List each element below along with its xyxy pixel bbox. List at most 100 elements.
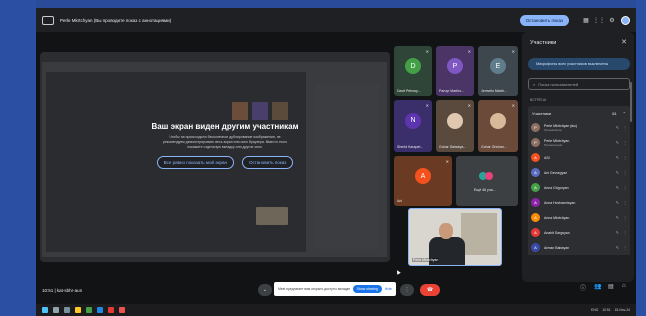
more-vert-icon[interactable]: ⋮ (623, 245, 627, 250)
activities-icon[interactable]: ⌂ (622, 283, 626, 289)
participant-tile[interactable]: ✕ Gohar Sahakya... (436, 100, 474, 152)
mic-off-icon[interactable]: ✎ (616, 125, 619, 130)
mic-off-icon: ✕ (511, 49, 515, 54)
more-controls-button[interactable]: ⌄ (258, 284, 272, 296)
participant-photo (447, 112, 463, 129)
mic-off-icon[interactable]: ✎ (616, 185, 619, 190)
participant-avatar: A (531, 213, 540, 222)
more-participants-tile[interactable]: Ещё 46 уча... (456, 156, 518, 206)
present-screen-icon (42, 15, 54, 25)
participant-name: Gohar Grichan... (481, 145, 507, 149)
participant-avatar: N (405, 112, 421, 129)
more-vert-icon[interactable]: ⋮ (623, 125, 627, 130)
info-icon[interactable]: ⓘ (580, 283, 586, 292)
participant-row[interactable]: A Anahit Sargsyan ✎ ⋮ (528, 225, 630, 240)
participant-tile[interactable]: ✕ D Davit Petrosy... (394, 46, 432, 96)
participant-row[interactable]: A Anna Mkrtchyan ✎ ⋮ (528, 210, 630, 225)
mic-off-icon[interactable]: ✎ (616, 140, 619, 145)
more-vert-icon[interactable]: ⋮ (623, 215, 627, 220)
task-view-icon[interactable] (64, 307, 70, 313)
participant-name: Ani Gevorgyan (544, 170, 568, 175)
settings-icon[interactable]: ⚙ (608, 16, 616, 24)
apps-icon[interactable]: ⋮⋮ (593, 16, 605, 24)
participant-role: Презентация (544, 142, 563, 147)
search-taskbar-icon[interactable] (53, 307, 59, 313)
mic-off-icon[interactable]: ✎ (616, 155, 619, 160)
participant-info: Anna Hovhannisyan (544, 201, 612, 205)
participant-tile[interactable]: ✕ P Paruyr Martiro... (436, 46, 474, 96)
mic-off-icon[interactable]: ✎ (616, 170, 619, 175)
participant-avatar: A (531, 198, 540, 207)
participant-avatar: E (490, 58, 506, 74)
mic-off-icon[interactable]: ✎ (616, 230, 619, 235)
people-icon[interactable]: 👥 (594, 283, 601, 290)
search-placeholder: Поиск пользователей (538, 81, 579, 87)
grid-icon[interactable]: ▦ (582, 16, 590, 24)
chat-icon[interactable]: ▤ (608, 283, 614, 290)
search-input[interactable]: ⌕ Поиск пользователей (528, 78, 630, 90)
leave-call-button[interactable]: ☎ (420, 284, 440, 296)
stop-presenting-button[interactable]: Остановить показ (519, 14, 569, 26)
mouse-cursor (395, 269, 401, 275)
participant-tile[interactable]: ✕ N Sherid Karapet... (394, 100, 432, 152)
mirror-tile (272, 102, 288, 120)
hide-link[interactable]: Hide (385, 287, 392, 291)
more-vert-icon[interactable]: ⋮ (623, 185, 627, 190)
participant-name: Ani (397, 199, 403, 203)
mic-off-icon[interactable]: ✎ (616, 245, 619, 250)
mirror-tile (256, 207, 288, 225)
presenting-title: Perle Mkrtchyan (Вы проводите показ с ан… (60, 17, 172, 23)
participant-tile[interactable]: ✕ Gohar Grichan... (478, 100, 518, 152)
participant-row[interactable]: A Anna Grigoryan ✎ ⋮ (528, 180, 630, 195)
right-background (636, 0, 646, 316)
participant-row[interactable]: A Arman Babayan ✎ ⋮ (528, 240, 630, 255)
participant-avatar (485, 172, 493, 180)
stop-sharing-button[interactable]: Остановить показ (242, 156, 294, 169)
more-vert-icon[interactable]: ⋮ (623, 230, 627, 235)
close-icon[interactable]: ✕ (621, 38, 627, 46)
more-vert-icon[interactable]: ⋮ (623, 155, 627, 160)
file-explorer-icon[interactable] (75, 307, 81, 313)
participants-group-header[interactable]: Участники 61 ⌃ (528, 106, 630, 120)
participant-avatar: A (531, 243, 540, 252)
participant-info: Anna Mkrtchyan (544, 216, 612, 220)
participant-row[interactable]: А ASI ✎ ⋮ (528, 150, 630, 165)
participant-row[interactable]: P Perle Mkrtchyan Презентация ✎ ⋮ (528, 135, 630, 150)
windows-start-icon[interactable] (42, 307, 48, 313)
scrollbar[interactable] (630, 82, 632, 122)
participant-name: Anna Mkrtchyan (544, 215, 570, 220)
participant-name: Anna Grigoryan (544, 185, 569, 190)
search-icon: ⌕ (533, 81, 536, 87)
self-person-head (439, 223, 453, 239)
mic-off-icon[interactable]: ✎ (616, 200, 619, 205)
mute-all-notice[interactable]: Микрофоны всех участников выключены (528, 58, 630, 70)
participant-info: Arman Babayan (544, 246, 612, 250)
mirror-tile (232, 102, 248, 120)
chrome-icon[interactable] (86, 307, 92, 313)
app-icon[interactable] (119, 307, 125, 313)
participant-photo (490, 112, 506, 129)
more-vert-icon[interactable]: ⋮ (623, 200, 627, 205)
more-vert-icon[interactable]: ⋮ (623, 140, 627, 145)
mic-off-icon[interactable]: ✎ (616, 215, 619, 220)
app-icon[interactable] (108, 307, 114, 313)
participant-info: Perle Mkrtchyan Презентация (544, 139, 612, 147)
more-vert-icon[interactable]: ⋮ (623, 170, 627, 175)
participant-info: Anahit Sargsyan (544, 231, 612, 235)
participant-row[interactable]: P Perle Mkrtchyan (вы) Организатор ✎ ⋮ (528, 120, 630, 135)
participant-row[interactable]: A Anna Hovhannisyan ✎ ⋮ (528, 195, 630, 210)
self-name: Perle Mkrtchyan (412, 258, 440, 262)
participant-row[interactable]: A Ani Gevorgyan ✎ ⋮ (528, 165, 630, 180)
participant-tile[interactable]: ✕ A Ani (394, 156, 452, 206)
mic-off-icon: ✕ (467, 49, 471, 54)
edge-icon[interactable] (97, 307, 103, 313)
self-view-tile[interactable]: Perle Mkrtchyan (408, 208, 502, 266)
notice-title: Ваш экран виден другим участникам (151, 122, 299, 131)
participant-name: Gohar Sahakya... (439, 145, 467, 149)
show-sharing-button[interactable]: Show sharing (352, 285, 382, 293)
prompt-text: Meet предлагает вам открыть доступ к вкл… (278, 287, 350, 291)
show-screen-anyway-button[interactable]: Все равно показать мой экран (156, 156, 234, 169)
more-options-button[interactable]: ⋮ (400, 284, 414, 296)
participant-tile[interactable]: ✕ E Jemvelo Martir... (478, 46, 518, 96)
account-avatar[interactable] (621, 15, 630, 25)
